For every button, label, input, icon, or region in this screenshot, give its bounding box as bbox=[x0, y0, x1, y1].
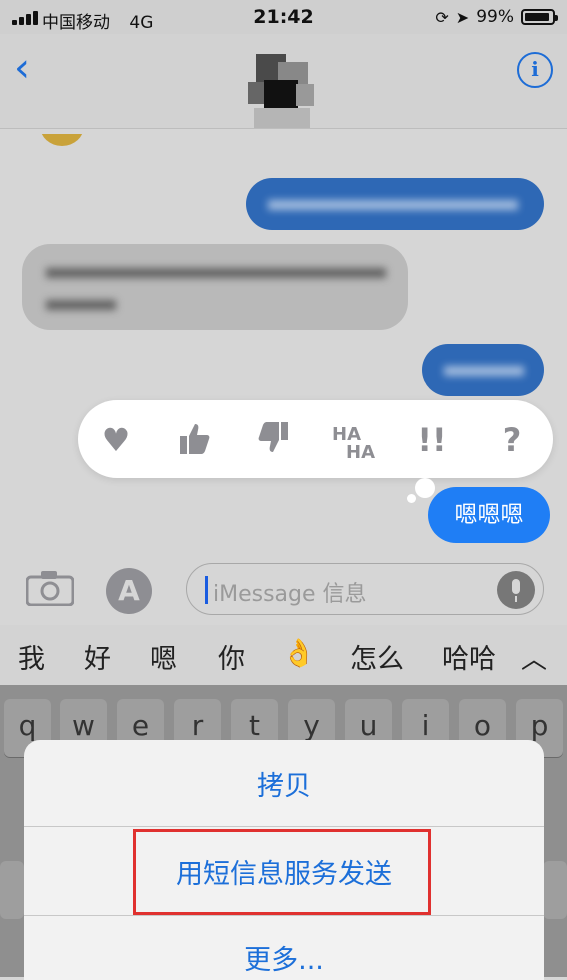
camera-button[interactable] bbox=[25, 570, 75, 607]
suggestion-bar: 我 好 嗯 你 👌 怎么 哈哈 ︿ bbox=[0, 625, 567, 685]
suggestion-item[interactable]: 我 bbox=[18, 637, 45, 676]
question-icon[interactable]: ? bbox=[490, 418, 534, 462]
avatar[interactable] bbox=[248, 54, 318, 144]
highlight-box bbox=[133, 829, 431, 915]
chevron-left-icon: ‹ bbox=[14, 45, 30, 91]
status-bar: 中国移动 4G 21:42 ⟳ ➤ 99% bbox=[0, 0, 567, 34]
heart-icon[interactable]: ♥ bbox=[94, 418, 138, 462]
app-store-button[interactable]: A bbox=[106, 568, 152, 614]
copy-option[interactable]: 拷贝 bbox=[24, 764, 544, 803]
camera-icon bbox=[25, 571, 75, 607]
thumbs-down-icon[interactable] bbox=[252, 418, 296, 462]
suggestion-item[interactable]: 嗯 bbox=[150, 637, 177, 676]
divider bbox=[24, 826, 544, 827]
conversation-header: ‹ i bbox=[0, 34, 567, 129]
text-cursor bbox=[205, 576, 208, 604]
backspace-key[interactable] bbox=[543, 861, 567, 919]
info-button[interactable]: i bbox=[517, 52, 553, 88]
location-icon: ➤ bbox=[455, 7, 470, 27]
battery-percent: 99% bbox=[476, 7, 514, 27]
back-button[interactable]: ‹ bbox=[14, 48, 30, 88]
suggestion-item[interactable]: 怎么 bbox=[350, 637, 404, 676]
incoming-message-blurred[interactable] bbox=[22, 244, 408, 330]
battery-icon bbox=[521, 9, 558, 25]
outgoing-message-blurred-1[interactable] bbox=[246, 178, 544, 230]
shift-key[interactable] bbox=[0, 861, 24, 919]
message-placeholder: iMessage 信息 bbox=[213, 582, 367, 607]
svg-text:HA: HA bbox=[346, 442, 375, 462]
tapback-menu: ♥ HA HA !! ? bbox=[78, 400, 553, 478]
exclamation-icon[interactable]: !! bbox=[410, 418, 454, 462]
rotation-lock-icon: ⟳ bbox=[435, 7, 449, 27]
suggestion-item[interactable]: 好 bbox=[84, 637, 111, 676]
thumbs-up-icon[interactable] bbox=[172, 418, 216, 462]
message-input[interactable]: iMessage 信息 bbox=[186, 563, 544, 615]
tapback-tail bbox=[415, 478, 435, 498]
divider bbox=[24, 915, 544, 916]
suggestion-item[interactable]: 你 bbox=[218, 637, 245, 676]
app-store-icon: A bbox=[118, 574, 140, 607]
haha-icon[interactable]: HA HA bbox=[332, 418, 376, 463]
outgoing-message-blurred-2[interactable] bbox=[422, 344, 544, 396]
chevron-up-icon[interactable]: ︿ bbox=[521, 639, 547, 676]
suggestion-item[interactable]: 哈哈 bbox=[442, 637, 496, 676]
microphone-icon[interactable] bbox=[497, 571, 535, 609]
selected-message-bubble[interactable]: 嗯嗯嗯 bbox=[428, 487, 550, 543]
info-icon: i bbox=[531, 57, 539, 81]
tapback-tail-small bbox=[407, 494, 416, 503]
more-option[interactable]: 更多... bbox=[24, 938, 544, 977]
suggestion-item[interactable]: 👌 bbox=[282, 637, 316, 669]
